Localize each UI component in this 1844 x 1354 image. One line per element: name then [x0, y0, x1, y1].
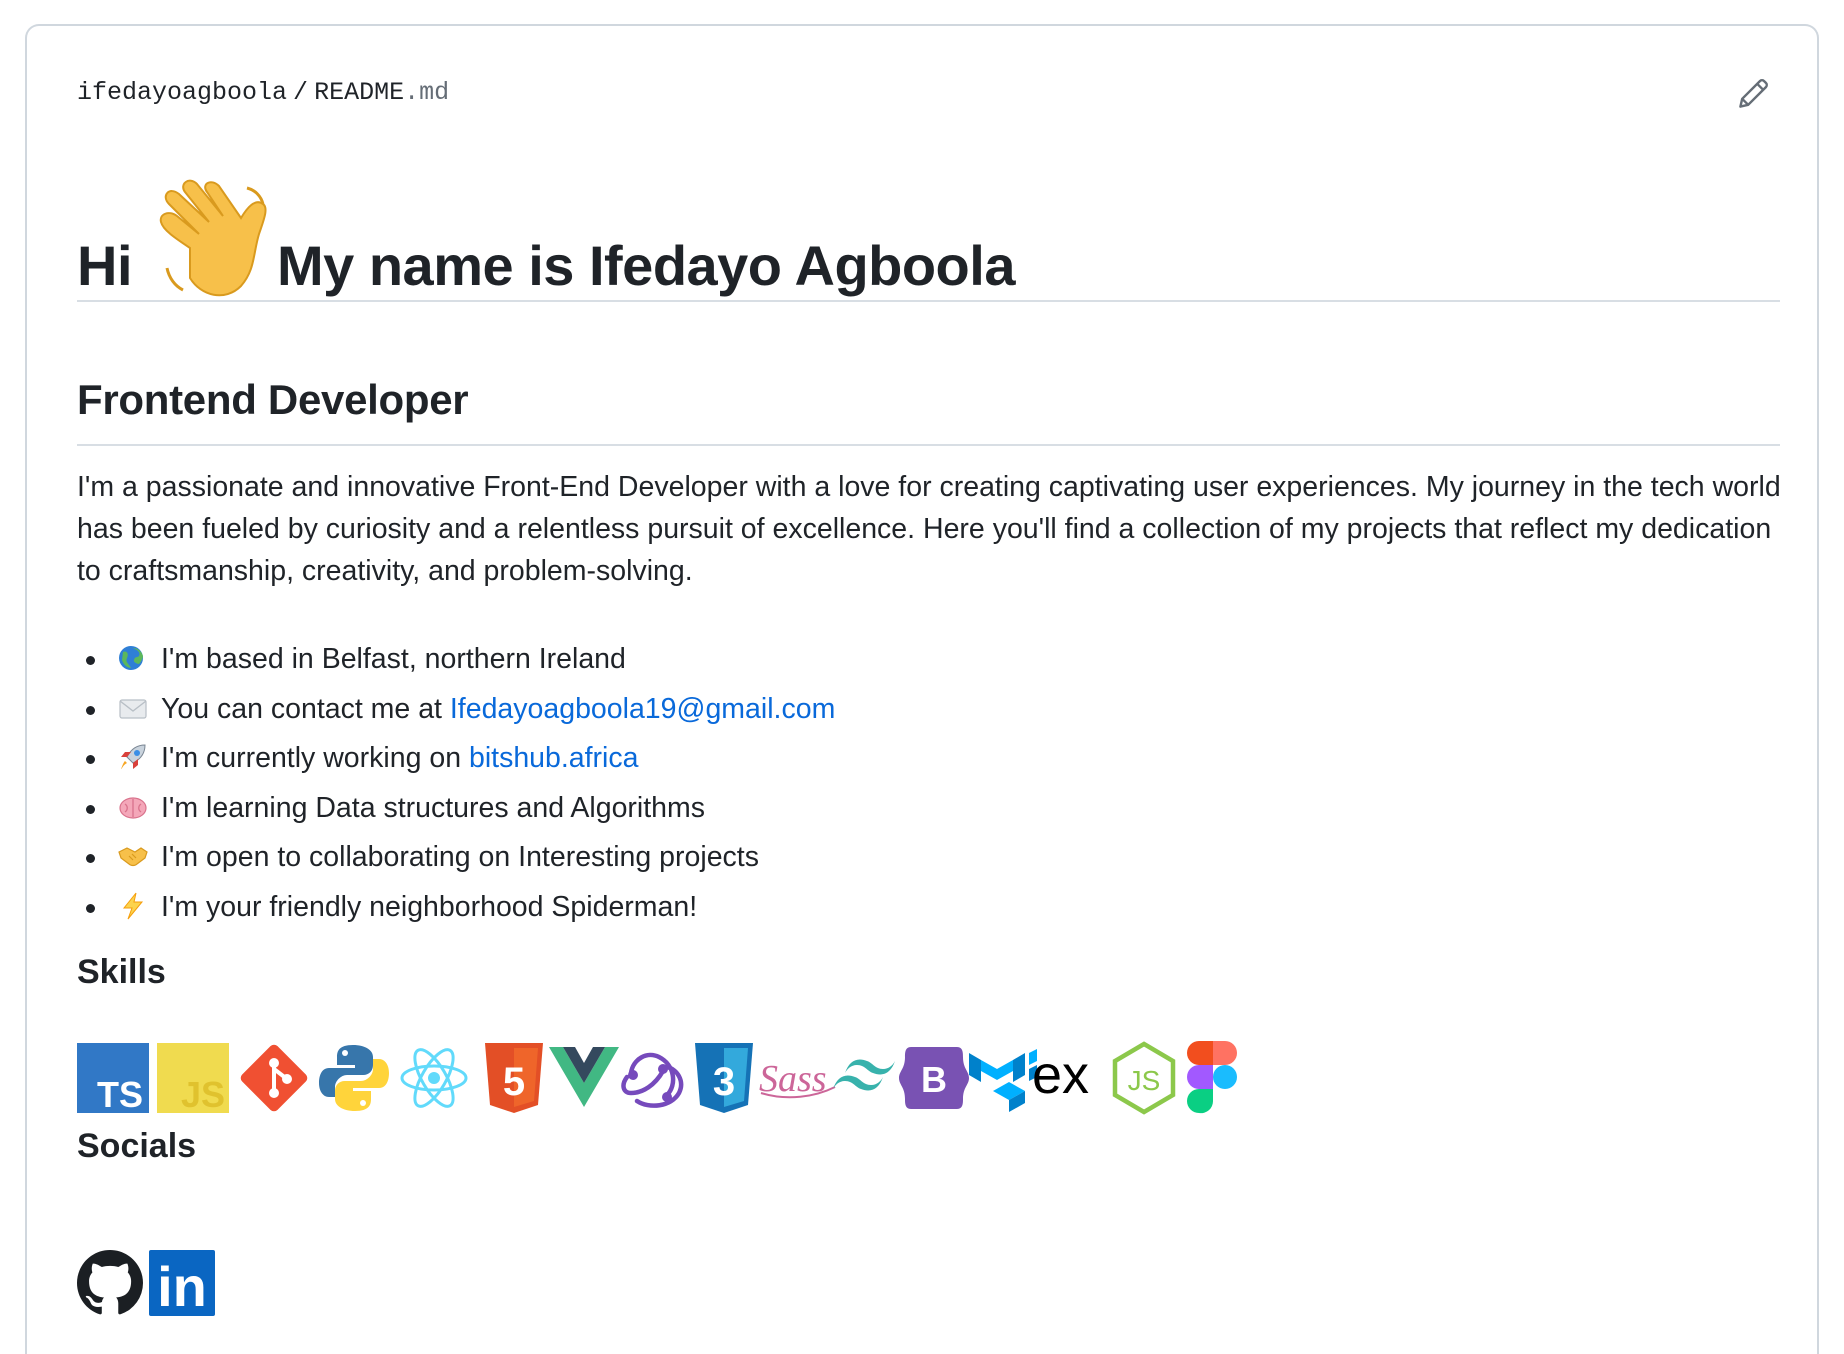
title-greeting: Hi [77, 234, 133, 297]
git-icon[interactable] [237, 1041, 311, 1115]
globe-icon [119, 646, 143, 670]
file-path-breadcrumb: ifedayoagboola / README.md [77, 78, 449, 107]
list-item: You can contact me at Ifedayoagboola19@g… [85, 685, 835, 735]
bootstrap-icon[interactable]: B [897, 1041, 971, 1115]
svg-text:JS: JS [181, 1074, 225, 1115]
vue-icon[interactable] [547, 1041, 621, 1115]
repo-owner-link[interactable]: ifedayoagboola [77, 78, 287, 107]
list-item-text: I'm learning Data structures and Algorit… [161, 791, 706, 824]
path-separator: / [293, 78, 309, 107]
svg-text:TS: TS [97, 1074, 143, 1115]
list-item: I'm your friendly neighborhood Spiderman… [85, 883, 835, 933]
css3-icon[interactable]: 3 [687, 1041, 761, 1115]
list-item: I'm open to collaborating on Interesting… [85, 833, 835, 883]
list-item-text: I'm open to collaborating on Interesting… [161, 841, 759, 873]
react-icon[interactable] [397, 1041, 471, 1115]
express-icon[interactable]: ex [1032, 1041, 1112, 1115]
svg-text:JS: JS [1128, 1065, 1161, 1096]
skills-heading: Skills [77, 953, 166, 991]
handshake-icon [118, 847, 148, 867]
svg-text:B: B [921, 1059, 947, 1100]
rocket-icon [121, 744, 146, 769]
email-link[interactable]: Ifedayoagboola19@gmail.com [450, 693, 835, 725]
readme-content: Hi My name is Ifedayo Agboola Frontend D… [77, 156, 1781, 1318]
list-item-text: I'm based in Belfast, northern Ireland [161, 643, 626, 675]
list-item-text: I'm your friendly neighborhood Spiderman… [161, 890, 698, 923]
nodejs-icon[interactable]: JS [1107, 1041, 1181, 1115]
socials-heading: Socials [77, 1127, 197, 1165]
svg-text:ex: ex [1032, 1045, 1089, 1105]
list-item: I'm based in Belfast, northern Ireland [85, 635, 835, 685]
material-ui-icon[interactable] [967, 1041, 1041, 1115]
intro-paragraph: I'm a passionate and innovative Front-En… [77, 471, 1781, 587]
pencil-icon [1739, 79, 1768, 108]
redux-icon[interactable] [617, 1041, 691, 1115]
zap-icon [122, 892, 144, 919]
python-icon[interactable] [317, 1041, 391, 1115]
list-item: I'm currently working on bitshub.africa [85, 734, 835, 784]
svg-text:in: in [157, 1255, 207, 1316]
sass-icon[interactable]: Sass [757, 1041, 837, 1115]
github-icon[interactable] [77, 1250, 143, 1316]
file-extension: .md [404, 78, 450, 107]
edit-file-button[interactable] [1735, 76, 1771, 112]
typescript-icon[interactable]: TS [77, 1041, 151, 1115]
subtitle-heading: Frontend Developer [77, 374, 1780, 446]
brain-icon [119, 796, 147, 819]
about-list: I'm based in Belfast, northern Ireland Y… [77, 635, 835, 932]
bitshub-link[interactable]: bitshub.africa [469, 742, 639, 774]
file-name: README [314, 78, 405, 107]
linkedin-icon[interactable]: in [149, 1250, 215, 1318]
list-item-text: You can contact me at [161, 692, 450, 725]
tailwind-icon[interactable] [827, 1041, 901, 1115]
list-item-text: I'm currently working on [161, 742, 469, 774]
title-name: My name is Ifedayo Agboola [277, 234, 1015, 297]
svg-text:5: 5 [503, 1060, 525, 1104]
skills-icons: TS JS 5 3 Sass B ex JS [77, 1041, 1377, 1115]
list-item: I'm learning Data structures and Algorit… [85, 784, 835, 834]
readme-card: ifedayoagboola / README.md Hi My name is I… [25, 24, 1819, 1354]
svg-text:3: 3 [713, 1060, 735, 1104]
page-title: Hi My name is Ifedayo Agboola [77, 156, 1780, 302]
html5-icon[interactable]: 5 [477, 1041, 551, 1115]
javascript-icon[interactable]: JS [157, 1041, 231, 1115]
envelope-icon [119, 698, 147, 719]
figma-icon[interactable] [1177, 1041, 1251, 1115]
waving-hand-icon [159, 179, 267, 297]
